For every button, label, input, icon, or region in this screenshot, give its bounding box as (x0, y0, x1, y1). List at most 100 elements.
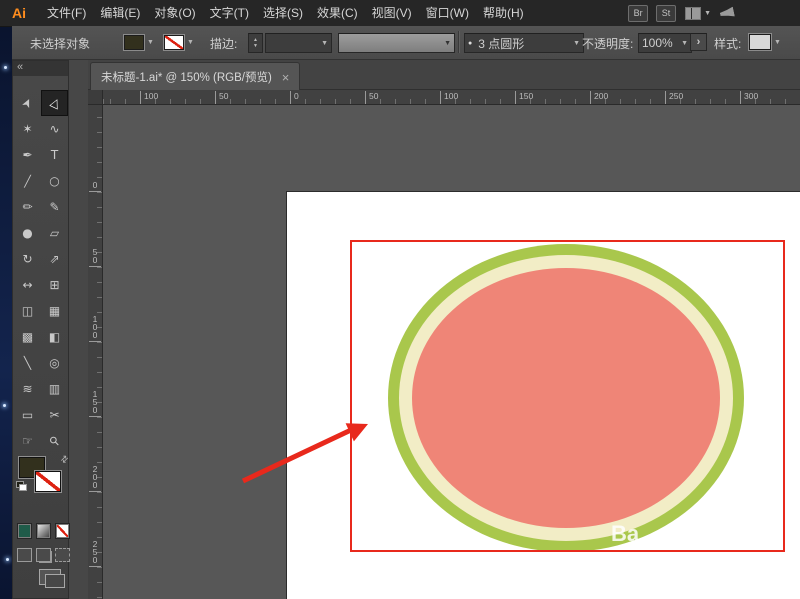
wallpaper-star (3, 404, 6, 407)
pencil-tool[interactable]: ✎ (41, 194, 68, 220)
chevron-down-icon: ▼ (187, 39, 194, 46)
ruler-corner[interactable] (88, 90, 103, 105)
h-ruler-label: 0 (290, 91, 299, 104)
stepper-down-icon[interactable]: ▼ (253, 43, 258, 49)
menu-select[interactable]: 选择(S) (256, 0, 310, 26)
magic-wand-tool-icon: ✶ (22, 122, 32, 136)
graphic-style-dropdown[interactable]: ▼ (749, 34, 781, 50)
width-profile-dropdown[interactable]: ▼ (338, 33, 455, 53)
eraser-tool[interactable]: ▱ (41, 220, 68, 246)
lasso-tool[interactable]: ∿ (41, 116, 68, 142)
illustrator-logo: Ai (12, 5, 26, 21)
free-transform-tool[interactable]: ⊞ (41, 272, 68, 298)
horizontal-ruler[interactable]: 10050050100150200250300 (103, 90, 800, 105)
shape-builder-tool[interactable]: ◫ (14, 298, 41, 324)
chevron-down-icon: ▼ (147, 39, 154, 46)
eyedropper-tool-icon: ╲ (24, 356, 31, 370)
menu-object[interactable]: 对象(O) (147, 0, 202, 26)
menu-edit[interactable]: 编辑(E) (93, 0, 147, 26)
eyedropper-tool[interactable]: ╲ (14, 350, 41, 376)
draw-inside-button[interactable] (55, 548, 70, 562)
opacity-field[interactable]: 100% ▼ (638, 33, 692, 53)
artboard-tool[interactable]: ▭ (14, 402, 41, 428)
line-tool[interactable]: ╱ (14, 168, 41, 194)
chevron-down-icon: ▼ (321, 40, 328, 47)
v-ruler-label: 0 (89, 181, 101, 192)
pen-tool-icon: ✒ (22, 148, 32, 162)
rotate-tool[interactable]: ↻ (14, 246, 41, 272)
paintbrush-tool[interactable]: ✏ (14, 194, 41, 220)
stroke-color-swatch[interactable] (164, 35, 184, 50)
separator (458, 31, 460, 53)
panel-chevron-button[interactable]: › (690, 33, 707, 51)
close-icon[interactable]: × (282, 71, 290, 84)
bridge-badge[interactable]: Br (628, 5, 648, 22)
color-button[interactable] (17, 523, 32, 539)
draw-normal-button[interactable] (17, 548, 32, 562)
menu-file[interactable]: 文件(F) (40, 0, 93, 26)
symbol-sprayer-tool[interactable]: ≋ (14, 376, 41, 402)
mesh-tool[interactable]: ▩ (14, 324, 41, 350)
menu-window[interactable]: 窗口(W) (419, 0, 476, 26)
draw-mode-row (13, 548, 70, 562)
chevron-down-icon: ▼ (704, 10, 711, 17)
document-tab-bar: 未标题-1.ai* @ 150% (RGB/预览) × (88, 60, 800, 90)
slice-tool[interactable]: ✂ (41, 402, 68, 428)
blob-brush-tool-icon: ● (22, 226, 32, 240)
ellipse-tool[interactable]: ○ (41, 168, 68, 194)
stroke-color-dropdown[interactable]: ▼ (164, 35, 194, 50)
menu-effect[interactable]: 效果(C) (310, 0, 365, 26)
menu-type[interactable]: 文字(T) (203, 0, 256, 26)
perspective-grid-tool[interactable]: ▦ (41, 298, 68, 324)
screen-mode-button[interactable] (39, 569, 61, 585)
type-tool[interactable]: T (41, 142, 68, 168)
brush-definition-dropdown[interactable]: ● 3 点圆形 ▼ (464, 33, 584, 53)
draw-behind-button[interactable] (36, 548, 51, 562)
magic-wand-tool[interactable]: ✶ (14, 116, 41, 142)
zoom-tool-icon: ⚲ (46, 433, 62, 449)
workspace-switcher[interactable]: ▼ (685, 7, 711, 20)
width-tool[interactable]: ↔ (14, 272, 41, 298)
opacity-label: 不透明度: (582, 35, 633, 52)
blend-tool[interactable]: ◎ (41, 350, 68, 376)
lasso-tool-icon: ∿ (49, 122, 59, 136)
shape-builder-tool-icon: ◫ (22, 304, 33, 318)
fill-color-dropdown[interactable]: ▼ (124, 35, 154, 50)
opacity-value[interactable]: 100% (642, 36, 677, 50)
chevron-right-icon: › (697, 36, 701, 48)
document-window: 未标题-1.ai* @ 150% (RGB/预览) × 100500501001… (88, 60, 800, 599)
pen-tool[interactable]: ✒ (14, 142, 41, 168)
blob-brush-tool[interactable]: ● (14, 220, 41, 246)
vertical-ruler[interactable]: 05 01 0 01 5 02 0 02 5 0 (88, 105, 103, 599)
h-ruler-label: 150 (515, 91, 533, 104)
stroke-weight-dropdown[interactable]: ▼ (265, 33, 332, 53)
chevron-down-icon: ▼ (444, 40, 451, 47)
direct-selection-tool[interactable]: ▷ (41, 90, 68, 116)
stroke-swatch[interactable] (35, 471, 61, 492)
canvas[interactable]: Ba (103, 105, 800, 599)
stroke-weight-stepper[interactable]: ▲ ▼ (248, 33, 263, 53)
selection-tool[interactable]: ➤ (14, 90, 41, 116)
document-tab[interactable]: 未标题-1.ai* @ 150% (RGB/预览) × (90, 62, 300, 91)
hand-tool[interactable]: ☞ (14, 428, 41, 454)
menu-help[interactable]: 帮助(H) (476, 0, 531, 26)
free-transform-tool-icon: ⊞ (49, 278, 59, 292)
none-button[interactable] (55, 523, 70, 539)
column-graph-tool[interactable]: ▥ (41, 376, 68, 402)
zoom-tool[interactable]: ⚲ (41, 428, 68, 454)
gradient-button[interactable] (36, 523, 51, 539)
megaphone-icon[interactable] (719, 7, 735, 20)
collapse-panel-icon[interactable]: « (17, 61, 23, 73)
scale-tool[interactable]: ⇗ (41, 246, 68, 272)
menu-view[interactable]: 视图(V) (365, 0, 419, 26)
fill-color-swatch[interactable] (124, 35, 144, 50)
gradient-tool[interactable]: ◧ (41, 324, 68, 350)
graphic-style-swatch[interactable] (749, 34, 771, 50)
swap-fill-stroke-icon[interactable]: ⇄ (58, 453, 71, 466)
h-ruler-label: 100 (140, 91, 158, 104)
chevron-down-icon: ▼ (774, 39, 781, 46)
stock-badge[interactable]: St (656, 5, 676, 22)
direct-selection-tool-icon: ▷ (46, 96, 63, 110)
default-fill-stroke-icon[interactable] (16, 481, 26, 490)
v-ruler-label: 2 5 0 (89, 540, 101, 567)
